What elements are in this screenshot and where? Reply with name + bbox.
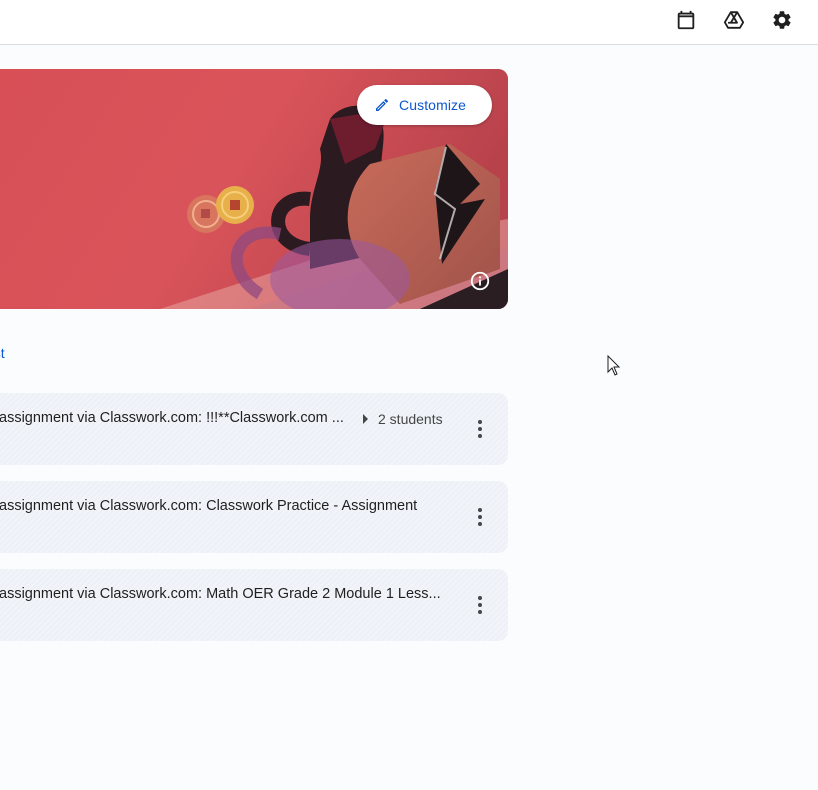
- stream-item[interactable]: assignment via Classwork.com: Math OER G…: [0, 569, 508, 641]
- top-app-bar: [0, 0, 818, 45]
- more-options-icon[interactable]: [468, 505, 492, 529]
- new-post-link[interactable]: ost: [0, 345, 5, 361]
- stream-item-title: assignment via Classwork.com: Classwork …: [0, 498, 418, 514]
- stream-item-title: assignment via Classwork.com: Math OER G…: [0, 586, 441, 602]
- stream-item-title: assignment via Classwork.com: !!!**Class…: [0, 410, 344, 426]
- drive-icon[interactable]: [722, 8, 746, 32]
- caret-right-icon: [363, 414, 368, 424]
- customize-button[interactable]: Customize: [357, 85, 492, 125]
- more-options-icon[interactable]: [468, 417, 492, 441]
- pencil-icon: [376, 98, 389, 111]
- more-options-icon[interactable]: [468, 593, 492, 617]
- stream-item[interactable]: assignment via Classwork.com: Classwork …: [0, 481, 508, 553]
- stream-item[interactable]: assignment via Classwork.com: !!!**Class…: [0, 393, 508, 465]
- settings-icon[interactable]: [770, 8, 794, 32]
- student-count[interactable]: 2 students: [363, 411, 443, 427]
- mouse-cursor-icon: [607, 355, 621, 376]
- customize-label: Customize: [399, 97, 467, 113]
- info-icon[interactable]: [469, 270, 491, 292]
- calendar-icon[interactable]: [674, 8, 698, 32]
- student-count-label: 2 students: [378, 411, 443, 427]
